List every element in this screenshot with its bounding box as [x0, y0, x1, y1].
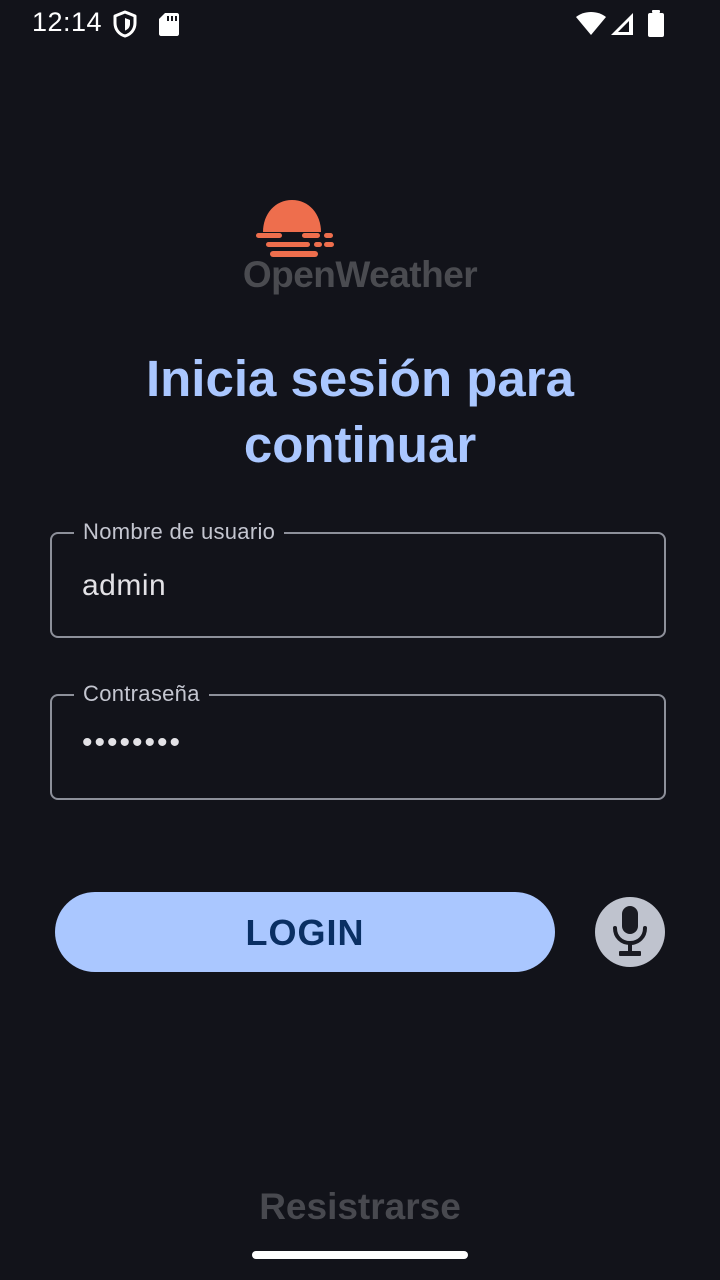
- password-value[interactable]: ••••••••: [82, 726, 182, 760]
- shield-icon: [113, 10, 137, 38]
- wifi-icon: [576, 12, 606, 35]
- register-link[interactable]: Resistrarse: [160, 1186, 560, 1228]
- login-button[interactable]: LOGIN: [55, 892, 555, 972]
- username-value[interactable]: admin: [82, 569, 166, 603]
- microphone-icon: [613, 906, 647, 956]
- password-field[interactable]: Contraseña ••••••••: [50, 680, 666, 800]
- openweather-logo: OpenWeather: [238, 192, 482, 302]
- page-title: Inicia sesión para continuar: [145, 350, 575, 473]
- status-bar: 12:14: [0, 0, 720, 48]
- username-field[interactable]: Nombre de usuario admin: [50, 518, 666, 638]
- gesture-navigation-bar[interactable]: [252, 1251, 468, 1259]
- voice-input-button[interactable]: [595, 897, 665, 967]
- signal-icon: [611, 13, 633, 35]
- password-label: Contraseña: [74, 680, 209, 708]
- logo-text: OpenWeather: [242, 254, 478, 295]
- login-screen: 12:14 OpenWeather Inicia sesión para con…: [0, 0, 720, 1280]
- battery-icon: [648, 10, 664, 37]
- sun-logo-icon: [256, 200, 334, 257]
- status-time: 12:14: [32, 7, 103, 37]
- username-label: Nombre de usuario: [74, 518, 285, 546]
- sd-card-icon: [159, 13, 179, 36]
